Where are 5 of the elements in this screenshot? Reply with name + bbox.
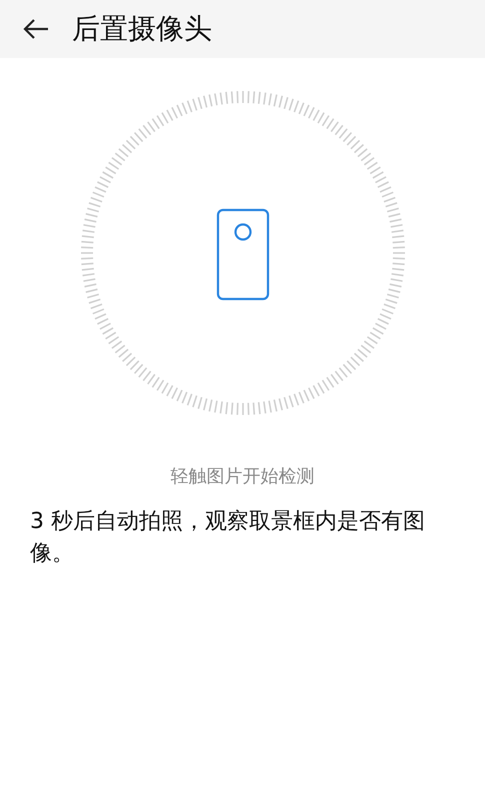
hint-text: 轻触图片开始检测 xyxy=(170,465,314,489)
description-text: 3 秒后自动拍照，观察取景框内是否有图像。 xyxy=(29,508,426,568)
page-title: 后置摄像头 xyxy=(72,11,212,47)
phone-icon xyxy=(216,208,269,300)
back-icon xyxy=(23,19,49,39)
